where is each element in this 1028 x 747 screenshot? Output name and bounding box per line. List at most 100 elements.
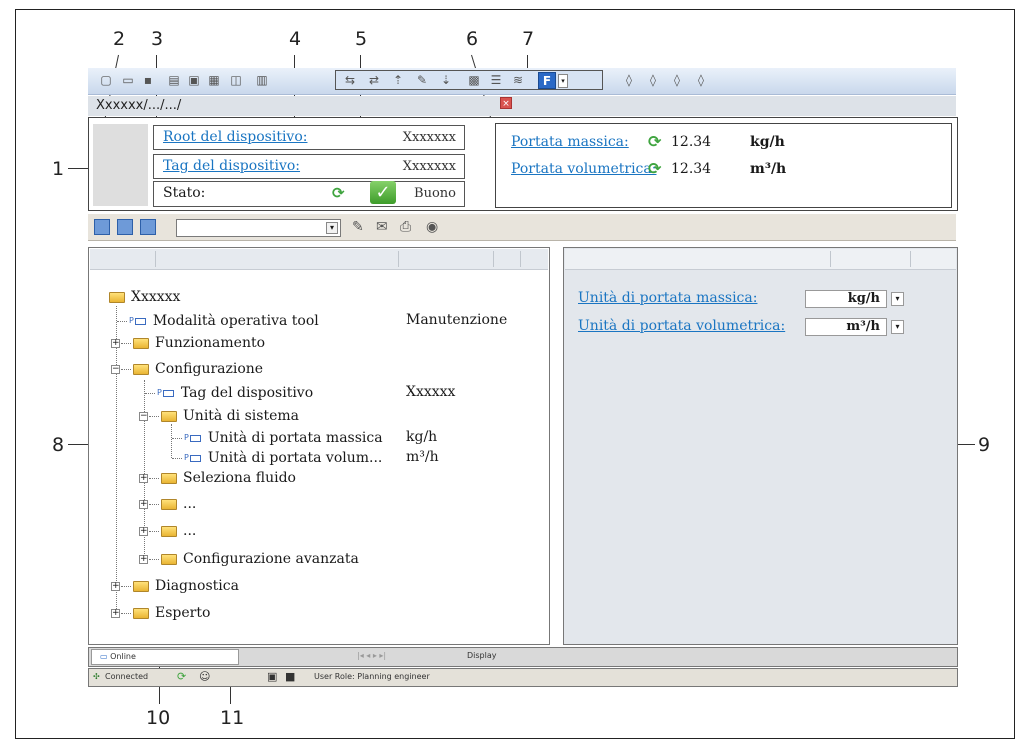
vol-unit-select[interactable]: m³/h (805, 318, 887, 336)
tool-a-icon[interactable]: ◊ (621, 72, 637, 88)
preview-icon[interactable]: ◫ (228, 72, 244, 88)
folder-open-icon (133, 363, 149, 375)
tree-node-root[interactable]: Xxxxxx (109, 288, 180, 306)
clipboard-icon[interactable]: ▣ (186, 72, 202, 88)
status-field: Stato: ⟳ Buono (153, 181, 465, 207)
close-icon[interactable]: × (500, 97, 512, 109)
folder-open-icon (109, 291, 125, 303)
tree-node-advanced[interactable]: + Configurazione avanzata (139, 550, 359, 568)
main-toolbar: ▢ ▭ ▪ ▤ ▣ ▦ ◫ ▥ ⇆ ⇄ ⇡ ✎ ⇣ ▩ ☰ ≋ F ▾ ◊ ◊ … (88, 68, 956, 95)
tree-node-esperto[interactable]: + Esperto (111, 604, 210, 622)
online-icon: ▭ (100, 652, 111, 661)
expand-icon[interactable]: + (111, 581, 120, 591)
breadcrumb[interactable]: Xxxxxx/.../.../ (88, 96, 956, 116)
mass-unit-link[interactable]: Unità di portata massica: (578, 290, 757, 306)
connect-icon[interactable]: ⇆ (342, 72, 358, 88)
save-icon[interactable]: ▪ (140, 72, 156, 88)
diagnostic-icon[interactable]: ☰ (488, 72, 504, 88)
secondary-toolbar: ▾ ✎ ✉ ⎙ ◉ (88, 214, 956, 241)
layout-3-icon[interactable] (140, 219, 156, 235)
mass-unit-select[interactable]: kg/h (805, 290, 887, 308)
status-refresh-icon[interactable]: ⟳ (332, 184, 345, 202)
monitor-icon[interactable]: ▩ (466, 72, 482, 88)
folder-icon (133, 337, 149, 349)
expand-icon[interactable]: + (111, 338, 120, 348)
function-f-button[interactable]: F (538, 72, 556, 89)
tree-node-fluid[interactable]: + Seleziona fluido (139, 469, 296, 487)
folder-open-icon (161, 410, 177, 422)
folder-icon (161, 553, 177, 565)
pen-icon[interactable]: ✎ (414, 72, 430, 88)
new-file-icon[interactable]: ▢ (98, 72, 114, 88)
connection-status: Connected (105, 672, 149, 681)
tree-node-configurazione[interactable]: − Configurazione (111, 360, 263, 378)
parameter-column-header (565, 249, 956, 270)
open-folder-icon[interactable]: ▭ (120, 72, 136, 88)
nav-arrows-icon[interactable]: |◂ ◂ ▸ ▸| (357, 651, 386, 660)
tool-d-icon[interactable]: ◊ (693, 72, 709, 88)
compare-icon[interactable]: ✎ (352, 218, 364, 236)
device-status-icon[interactable]: ▣ (267, 670, 277, 683)
tree-node-diagnostica[interactable]: + Diagnostica (111, 577, 239, 595)
parameter-icon: P (184, 433, 189, 442)
expand-icon[interactable]: + (139, 499, 148, 509)
table-icon[interactable]: ▥ (254, 72, 270, 88)
user-icon[interactable]: ☺ (199, 670, 210, 683)
tag-field: Tag del dispositivo: Xxxxxxx (153, 154, 465, 179)
stop-icon[interactable]: ■ (285, 670, 295, 683)
mass-flow-row: Portata massica: ⟳ 12.34 kg/h (511, 134, 951, 154)
tree-node-more-2[interactable]: +... (139, 522, 196, 540)
mass-refresh-icon: ⟳ (648, 132, 662, 151)
device-image-placeholder (93, 124, 148, 206)
tool-b-icon[interactable]: ◊ (645, 72, 661, 88)
callout-11: 11 (220, 707, 245, 729)
root-value: Xxxxxxx (402, 130, 456, 145)
device-icon[interactable]: ▦ (206, 72, 222, 88)
mode-value: Manutenzione (406, 312, 508, 328)
root-link[interactable]: Root del dispositivo: (163, 129, 307, 145)
download-icon[interactable]: ⇣ (438, 72, 454, 88)
tab-online[interactable]: ▭ Online (91, 649, 239, 665)
volume-refresh-icon: ⟳ (648, 159, 662, 178)
vol-unit-link[interactable]: Unità di portata volumetrica: (578, 318, 785, 334)
callout-5: 5 (355, 28, 368, 50)
view-select[interactable]: ▾ (176, 219, 341, 237)
callout-10: 10 (146, 707, 171, 729)
expand-icon[interactable]: + (139, 554, 148, 564)
chevron-down-icon[interactable]: ▾ (891, 320, 904, 334)
tag-tree-value: Xxxxxx (406, 384, 456, 400)
tree-node-mode[interactable]: P Modalità operativa tool (117, 312, 319, 330)
tree-node-tag[interactable]: P Tag del dispositivo (145, 384, 313, 402)
layout-1-icon[interactable] (94, 219, 110, 235)
tree-node-more-1[interactable]: +... (139, 495, 196, 513)
leader-9 (958, 444, 975, 445)
function-dropdown-icon[interactable]: ▾ (558, 74, 568, 88)
collapse-icon[interactable]: − (111, 364, 120, 374)
folder-icon (133, 580, 149, 592)
message-icon[interactable]: ✉ (376, 218, 388, 236)
collapse-icon[interactable]: − (139, 411, 148, 421)
print-icon-2[interactable]: ⎙ (400, 218, 411, 236)
filter-icon[interactable]: ≋ (510, 72, 526, 88)
mass-flow-link[interactable]: Portata massica: (511, 134, 629, 150)
chevron-down-icon[interactable]: ▾ (891, 292, 904, 306)
disconnect-icon[interactable]: ⇄ (366, 72, 382, 88)
print-icon[interactable]: ▤ (166, 72, 182, 88)
chevron-down-icon[interactable]: ▾ (326, 222, 338, 234)
info-icon[interactable]: ◉ (426, 218, 438, 236)
folder-icon (161, 472, 177, 484)
expand-icon[interactable]: + (139, 473, 148, 483)
upload-icon[interactable]: ⇡ (390, 72, 406, 88)
expand-icon[interactable]: + (139, 526, 148, 536)
tag-link[interactable]: Tag del dispositivo: (163, 158, 300, 174)
layout-2-icon[interactable] (117, 219, 133, 235)
refresh-icon[interactable]: ⟳ (177, 670, 186, 683)
tool-c-icon[interactable]: ◊ (669, 72, 685, 88)
expand-icon[interactable]: + (111, 608, 120, 618)
tree-node-unita-sistema[interactable]: − Unità di sistema (139, 407, 299, 425)
tree-node-funzionamento[interactable]: + Funzionamento (111, 334, 265, 352)
volume-flow-link[interactable]: Portata volumetrica: (511, 161, 656, 177)
tree-node-mass-unit[interactable]: P Unità di portata massica (172, 429, 383, 447)
callout-4: 4 (289, 28, 302, 50)
tree-node-vol-unit[interactable]: P Unità di portata volum... (172, 449, 382, 467)
